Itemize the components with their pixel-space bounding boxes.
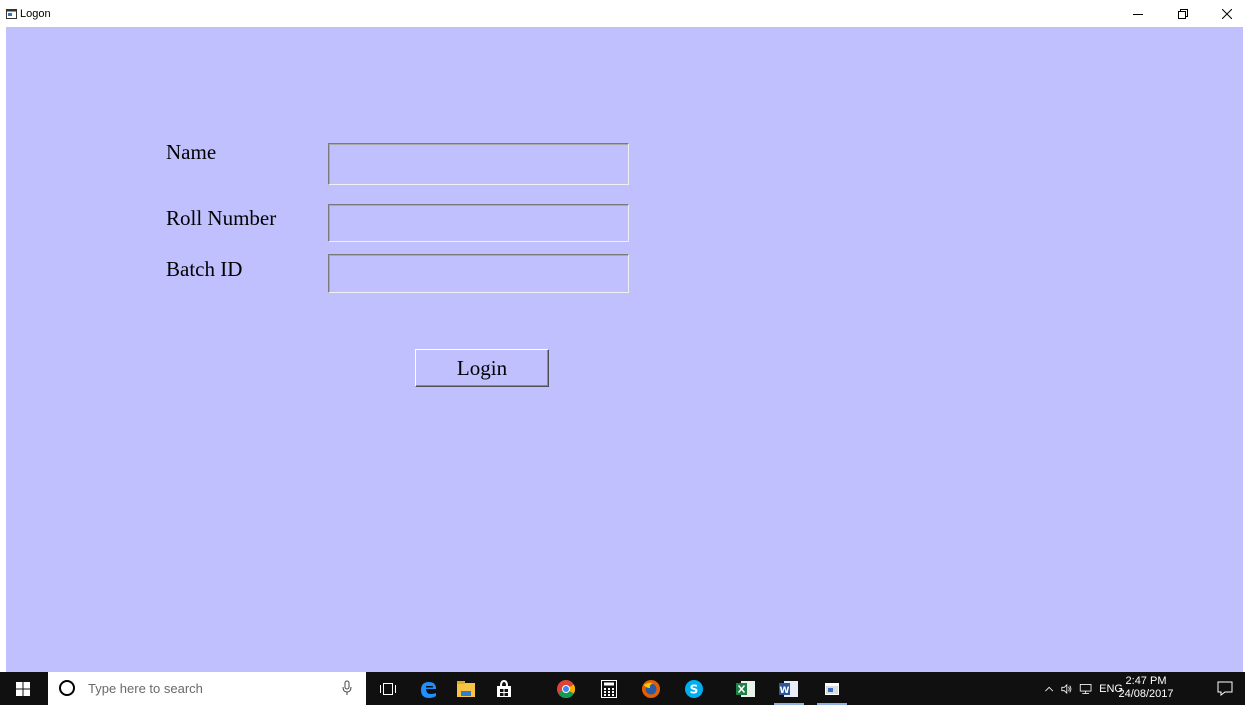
taskbar-firefox[interactable] [632,672,670,705]
minimize-button[interactable] [1118,0,1158,27]
network-icon[interactable] [1079,683,1092,695]
logon-form: Name Roll Number Batch ID Login [6,27,1243,672]
roll-number-label: Roll Number [166,206,277,230]
taskbar-chrome[interactable] [547,672,585,705]
taskbar-file-explorer[interactable] [447,672,485,705]
firefox-icon [642,679,660,698]
restore-button[interactable] [1163,0,1203,27]
taskbar-logon-app[interactable] [813,672,851,705]
name-label: Name [166,140,217,164]
taskbar: Type here to search S W ENG 2:47 PM 24/0… [0,672,1245,705]
file-explorer-icon [457,680,475,697]
window-title: Logon [20,8,51,20]
excel-icon [736,680,755,697]
windows-logo-icon [16,681,30,696]
taskbar-store[interactable] [485,672,523,705]
calculator-icon [601,679,617,698]
action-center-button[interactable] [1205,672,1245,705]
notification-icon [1217,681,1233,696]
app-window-icon [6,9,17,19]
batch-id-field[interactable] [328,254,629,293]
taskbar-word[interactable]: W [770,672,808,705]
chevron-up-icon[interactable] [1045,686,1054,692]
search-placeholder: Type here to search [88,681,203,696]
clock[interactable]: 2:47 PM 24/08/2017 [1116,675,1176,701]
clock-time: 2:47 PM [1125,675,1167,687]
logon-app-icon [825,682,839,695]
login-button[interactable]: Login [415,349,549,387]
store-icon [497,679,511,697]
microphone-icon[interactable] [342,680,352,696]
roll-number-field[interactable] [328,204,629,242]
task-view-icon [380,682,396,695]
word-icon: W [779,680,798,697]
clock-date: 24/08/2017 [1118,688,1174,700]
close-button[interactable] [1207,0,1245,27]
speaker-icon[interactable] [1061,683,1073,695]
minimize-icon [1133,13,1143,15]
skype-icon: S [685,679,703,698]
name-field[interactable] [328,143,629,185]
taskbar-excel[interactable] [727,672,765,705]
svg-text:W: W [780,686,790,696]
cortana-icon [59,680,75,696]
start-button[interactable] [0,672,46,705]
batch-id-label: Batch ID [166,257,243,281]
chrome-icon [557,679,576,698]
taskbar-edge[interactable] [409,672,447,705]
system-tray: ENG [1045,672,1123,705]
search-box[interactable]: Type here to search [48,672,366,705]
task-view-button[interactable] [369,672,407,705]
edge-icon [421,681,436,698]
taskbar-skype[interactable]: S [675,672,713,705]
title-bar: Logon [0,0,1245,27]
close-icon [1222,8,1232,19]
restore-icon [1178,8,1188,19]
taskbar-calculator[interactable] [590,672,628,705]
svg-text:S: S [690,682,699,696]
